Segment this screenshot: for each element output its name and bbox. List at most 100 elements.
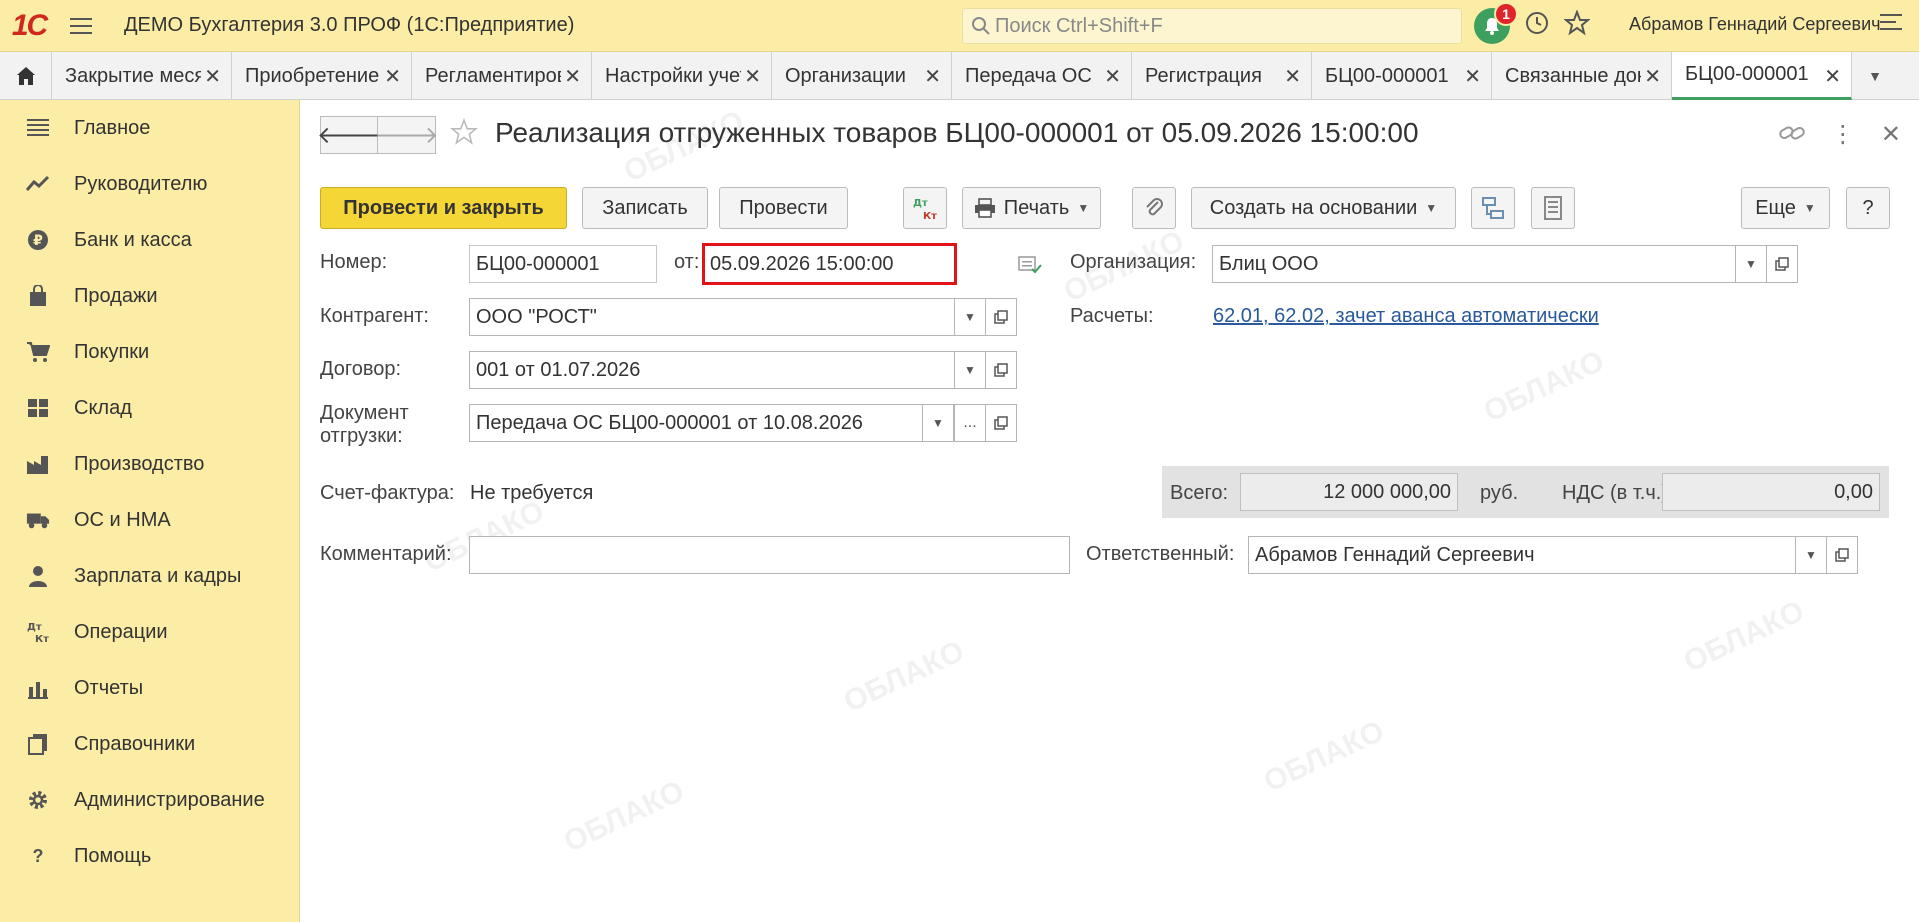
tab-document-active[interactable]: БЦ00-000001 ✕ — [1672, 52, 1852, 100]
tab-regulated[interactable]: Регламентированные✕ — [412, 52, 592, 100]
sidebar-item-directories[interactable]: Справочники — [0, 716, 299, 772]
chevron-down-icon[interactable]: ▼ — [922, 405, 954, 441]
chevron-down-icon[interactable]: ▼ — [1735, 246, 1767, 282]
post-status-icon — [1018, 255, 1042, 281]
watermark: ОБЛАКО — [838, 634, 970, 719]
tab-registration[interactable]: Регистрация ✕ — [1132, 52, 1312, 100]
more-vertical-icon[interactable]: ⋮ — [1831, 120, 1855, 149]
sidebar-item-help[interactable]: ? Помощь — [0, 828, 299, 884]
invoice-value[interactable]: Не требуется — [470, 482, 593, 505]
sidebar-item-label: Операции — [74, 620, 168, 643]
contract-field[interactable]: 001 от 01.07.2026 ▼ — [469, 351, 1017, 389]
tab-label: Приобретение услуг — [245, 64, 381, 87]
more-button[interactable]: Еще ▼ — [1741, 187, 1830, 229]
back-arrow-icon[interactable]: 🡐 — [317, 116, 381, 154]
sidebar-item-reports[interactable]: Отчеты — [0, 660, 299, 716]
system-menu-icon[interactable] — [1880, 14, 1902, 30]
tab-month-closing[interactable]: Закрытие месяца✕ — [52, 52, 232, 100]
sidebar-item-main[interactable]: Главное — [0, 100, 299, 156]
structure-button[interactable] — [1471, 187, 1515, 229]
vat-label: НДС (в т.ч.): — [1562, 482, 1674, 504]
favorites-star-icon[interactable] — [1563, 9, 1591, 42]
close-icon[interactable]: ✕ — [204, 64, 221, 89]
chevron-down-icon[interactable]: ▼ — [954, 352, 986, 388]
tab-services-purchase[interactable]: Приобретение услуг✕ — [232, 52, 412, 100]
post-button[interactable]: Провести — [719, 187, 848, 229]
tab-related-documents[interactable]: Связанные документы✕ — [1492, 52, 1672, 100]
open-icon[interactable] — [985, 352, 1016, 388]
sidebar-item-operations[interactable]: Дт Кт Операции — [0, 604, 299, 660]
tab-label: Закрытие месяца — [65, 64, 201, 87]
total-amount: 12 000 000,00 — [1240, 473, 1458, 511]
post-and-close-button[interactable]: Провести и закрыть — [320, 187, 567, 229]
organization-value: Блиц ООО — [1219, 252, 1319, 275]
save-button[interactable]: Записать — [582, 187, 708, 229]
sidebar-item-administration[interactable]: Администрирование — [0, 772, 299, 828]
settlements-link[interactable]: 62.01, 62.02, зачет аванса автоматически — [1213, 305, 1599, 328]
chevron-down-icon: ▼ — [1425, 201, 1438, 215]
attach-button[interactable] — [1132, 187, 1176, 229]
svg-text:₽: ₽ — [33, 233, 43, 249]
sidebar-item-salary[interactable]: Зарплата и кадры — [0, 548, 299, 604]
user-name[interactable]: Абрамов Геннадий Сергеевич — [1629, 14, 1881, 35]
sidebar-item-bank[interactable]: ₽ Банк и касса — [0, 212, 299, 268]
counterparty-field[interactable]: ООО "РОСТ" ▼ — [469, 298, 1017, 336]
open-icon[interactable] — [1826, 537, 1857, 573]
chevron-down-icon[interactable]: ▼ — [954, 299, 986, 335]
select-ellipsis-icon[interactable]: ... — [954, 405, 986, 441]
tabs-dropdown-icon[interactable]: ▼ — [1852, 52, 1898, 100]
sidebar-item-sales[interactable]: Продажи — [0, 268, 299, 324]
close-window-icon[interactable]: ✕ — [1881, 120, 1901, 149]
create-based-on-button[interactable]: Создать на основании ▼ — [1191, 187, 1456, 229]
sidebar-item-label: Банк и касса — [74, 228, 192, 251]
tab-os-transfer[interactable]: Передача ОС ✕ — [952, 52, 1132, 100]
open-icon[interactable] — [985, 299, 1016, 335]
sidebar-item-fixed-assets[interactable]: ОС и НМА — [0, 492, 299, 548]
svg-text:Кт: Кт — [35, 634, 49, 644]
favorite-star-icon[interactable] — [449, 117, 479, 152]
open-icon[interactable] — [1766, 246, 1797, 282]
history-icon[interactable] — [1524, 10, 1550, 42]
open-icon[interactable] — [985, 405, 1016, 441]
close-icon[interactable]: ✕ — [1284, 64, 1301, 89]
counterparty-value: ООО "РОСТ" — [476, 305, 597, 328]
sidebar-item-purchases[interactable]: Покупки — [0, 324, 299, 380]
sidebar-item-warehouse[interactable]: Склад — [0, 380, 299, 436]
close-icon[interactable]: ✕ — [1104, 64, 1121, 89]
home-tab[interactable] — [0, 52, 52, 100]
close-icon[interactable]: ✕ — [384, 64, 401, 89]
link-icon[interactable] — [1779, 121, 1805, 149]
warehouse-icon — [26, 396, 50, 420]
number-field[interactable]: БЦ00-000001 — [469, 245, 657, 283]
notifications-bell-icon[interactable]: 1 — [1474, 2, 1518, 44]
responsible-field[interactable]: Абрамов Геннадий Сергеевич ▼ — [1248, 536, 1858, 574]
close-icon[interactable]: ✕ — [564, 64, 581, 89]
chevron-down-icon[interactable]: ▼ — [1795, 537, 1827, 573]
print-button[interactable]: Печать ▼ — [962, 187, 1101, 229]
close-icon[interactable]: ✕ — [1464, 64, 1481, 89]
close-icon[interactable]: ✕ — [1824, 64, 1841, 89]
sections-sidebar: Главное Руководителю ₽ Банк и касса Прод… — [0, 100, 300, 922]
search-input[interactable]: Поиск Ctrl+Shift+F — [962, 8, 1462, 44]
chevron-down-icon: ▼ — [1077, 201, 1090, 215]
close-icon[interactable]: ✕ — [924, 64, 941, 89]
report-button[interactable] — [1531, 187, 1575, 229]
sidebar-item-production[interactable]: Производство — [0, 436, 299, 492]
trend-icon — [26, 172, 50, 196]
tab-accounting-settings[interactable]: Настройки учета✕ — [592, 52, 772, 100]
main-menu-icon[interactable] — [58, 0, 104, 52]
organization-field[interactable]: Блиц ООО ▼ — [1212, 245, 1798, 283]
tab-document-1[interactable]: БЦ00-000001 ✕ — [1312, 52, 1492, 100]
number-value: БЦ00-000001 — [476, 252, 600, 275]
close-icon[interactable]: ✕ — [1644, 64, 1661, 89]
forward-arrow-icon[interactable]: 🡒 — [374, 116, 439, 154]
close-icon[interactable]: ✕ — [744, 64, 761, 89]
create-based-label: Создать на основании — [1209, 196, 1418, 219]
comment-field[interactable] — [469, 536, 1070, 574]
help-button[interactable]: ? — [1846, 187, 1890, 229]
sidebar-item-management[interactable]: Руководителю — [0, 156, 299, 212]
shipment-document-field[interactable]: Передача ОС БЦ00-000001 от 10.08.2026 14… — [469, 404, 1017, 442]
sidebar-item-label: Отчеты — [74, 676, 144, 699]
tab-organizations[interactable]: Организации ✕ — [772, 52, 952, 100]
dt-kt-button[interactable]: Дт Кт — [903, 187, 947, 229]
